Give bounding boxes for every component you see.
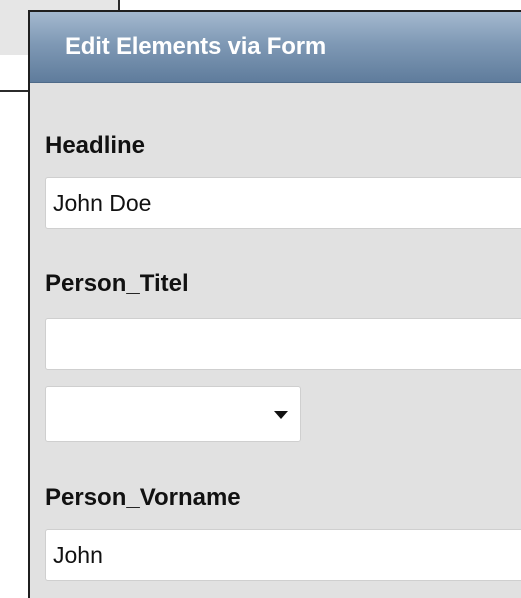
- edit-form-dialog: Edit Elements via Form Headline Person_T…: [28, 10, 521, 598]
- person-titel-label: Person_Titel: [45, 270, 189, 297]
- headline-input[interactable]: [45, 177, 521, 229]
- person-vorname-input[interactable]: [45, 529, 521, 581]
- chevron-down-icon: [274, 411, 288, 419]
- screen: Edit Elements via Form Headline Person_T…: [0, 0, 521, 598]
- background-divider-horizontal: [0, 90, 30, 92]
- person-vorname-label: Person_Vorname: [45, 484, 241, 511]
- dialog-title: Edit Elements via Form: [65, 33, 327, 60]
- person-titel-select[interactable]: [45, 386, 301, 442]
- dialog-header[interactable]: Edit Elements via Form: [30, 12, 521, 83]
- headline-label: Headline: [45, 132, 146, 159]
- person-titel-input[interactable]: [45, 318, 521, 370]
